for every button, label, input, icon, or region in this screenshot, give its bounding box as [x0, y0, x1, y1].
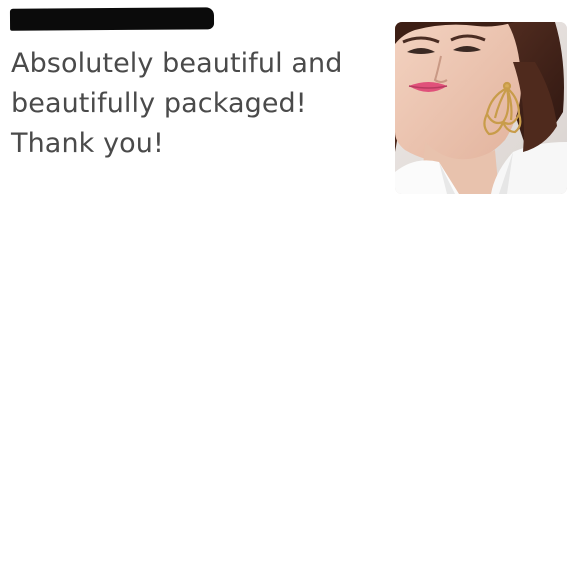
review-card: Absolutely beautiful and beautifully pac… [0, 0, 580, 580]
product-photo[interactable] [395, 22, 567, 194]
earring-model-photo [395, 22, 567, 194]
redacted-username [9, 7, 215, 31]
review-text: Absolutely beautiful and beautifully pac… [11, 48, 343, 159]
